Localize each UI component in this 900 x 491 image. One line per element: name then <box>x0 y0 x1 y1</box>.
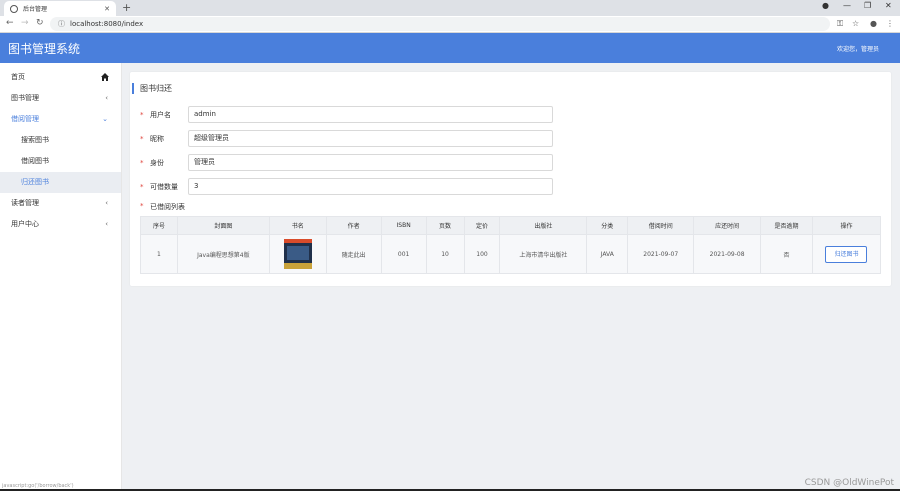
column-header[interactable]: 定价 <box>463 216 501 235</box>
column-header[interactable]: 书名 <box>268 216 327 235</box>
app-header: 图书管理系统 欢迎您，管理员 <box>0 33 900 63</box>
nickname-label: 昵称 <box>150 134 164 143</box>
role-row: * 身份 管理员 <box>140 154 553 171</box>
username-row: * 用户名 admin <box>140 106 553 123</box>
column-header[interactable]: ISBN <box>380 216 427 235</box>
cell-title: Java编程思想第4版 <box>176 234 270 274</box>
minimize-icon[interactable]: — <box>843 1 851 10</box>
cell-borrow-time: 2021-09-07 <box>627 234 695 274</box>
role-label: 身份 <box>150 158 164 167</box>
url-text: localhost:8080/index <box>70 20 144 28</box>
welcome-user[interactable]: 欢迎您，管理员 <box>837 44 879 53</box>
back-icon[interactable]: ← <box>6 18 14 28</box>
browser-tab[interactable]: 后台管理 ✕ <box>4 1 116 16</box>
cell-pages: 10 <box>425 234 465 274</box>
column-header[interactable]: 序号 <box>140 216 178 235</box>
sidebar-item-label: 归还图书 <box>21 178 49 186</box>
sidebar-item-label: 用户中心 <box>11 220 39 228</box>
cell-category: JAVA <box>586 234 629 274</box>
record-icon[interactable]: ● <box>822 1 829 10</box>
username-field[interactable]: admin <box>188 106 553 123</box>
sidebar-item-label: 首页 <box>11 73 25 81</box>
column-header[interactable]: 封面图 <box>176 216 270 235</box>
sidebar-item-borrow-books[interactable]: 借阅图书 <box>0 151 121 172</box>
sidebar: 首页 图书管理 ‹ 借阅管理 ⌄ 搜索图书 借阅图书 归还图书 读者管理 ‹ 用… <box>0 63 122 491</box>
cell-due-time: 2021-09-08 <box>693 234 762 274</box>
borrowed-books-table: 序号 封面图 书名 作者 ISBN 页数 定价 出版社 分类 借阅时间 应还时间… <box>140 216 882 274</box>
quota-row: * 可借数量 3 <box>140 178 553 195</box>
table-header-row: 序号 封面图 书名 作者 ISBN 页数 定价 出版社 分类 借阅时间 应还时间… <box>140 216 882 235</box>
nickname-row: * 昵称 超级管理员 <box>140 130 553 147</box>
sidebar-item-borrow-management[interactable]: 借阅管理 ⌄ <box>0 109 121 130</box>
table-row: 1 Java编程思想第4版 随走此出 001 10 100 上海市清华出版社 J… <box>140 234 882 274</box>
sidebar-item-reader-management[interactable]: 读者管理 ‹ <box>0 193 121 214</box>
required-mark: * <box>140 134 144 143</box>
sidebar-item-return-books[interactable]: 归还图书 <box>0 172 121 193</box>
cell-price: 100 <box>463 234 501 274</box>
column-header[interactable]: 作者 <box>325 216 382 235</box>
sidebar-item-label: 借阅图书 <box>21 157 49 165</box>
sidebar-item-book-management[interactable]: 图书管理 ‹ <box>0 88 121 109</box>
nickname-field[interactable]: 超级管理员 <box>188 130 553 147</box>
column-header[interactable]: 页数 <box>425 216 465 235</box>
sidebar-item-label: 借阅管理 <box>11 115 39 123</box>
bookmark-star-icon[interactable]: ☆ <box>852 19 859 28</box>
cell-action: 归还图书 <box>811 234 882 274</box>
url-field[interactable]: ⓘ localhost:8080/index <box>50 17 830 31</box>
return-book-button[interactable]: 归还图书 <box>825 245 868 263</box>
page-title: 图书归还 <box>132 83 172 94</box>
restore-icon[interactable]: ❐ <box>864 1 871 10</box>
book-cover-image <box>283 239 312 269</box>
app-title: 图书管理系统 <box>8 42 81 56</box>
role-field[interactable]: 管理员 <box>188 154 553 171</box>
chevron-left-icon: ‹ <box>105 94 108 102</box>
required-mark: * <box>140 110 144 119</box>
return-book-card: 图书归还 * 用户名 admin * 昵称 超级管理员 * 身份 管理员 * 可… <box>130 72 891 286</box>
cell-cover <box>268 234 327 274</box>
column-header[interactable]: 是否逾期 <box>760 216 813 235</box>
required-mark: * <box>140 158 144 167</box>
watermark: CSDN @OldWinePot <box>804 478 894 488</box>
sidebar-item-home[interactable]: 首页 <box>0 67 121 88</box>
sidebar-item-label: 读者管理 <box>11 199 39 207</box>
chevron-left-icon: ‹ <box>105 220 108 228</box>
sidebar-item-label: 搜索图书 <box>21 136 49 144</box>
menu-dots-icon[interactable]: ⋮ <box>886 19 894 28</box>
cell-author: 随走此出 <box>325 234 382 274</box>
close-window-icon[interactable]: ✕ <box>885 1 892 10</box>
column-header[interactable]: 操作 <box>811 216 882 235</box>
column-header[interactable]: 分类 <box>586 216 629 235</box>
info-icon: ⓘ <box>58 20 65 28</box>
tab-title: 后台管理 <box>23 6 48 13</box>
cell-publisher: 上海市清华出版社 <box>499 234 588 274</box>
address-bar: ← → ↻ ⓘ localhost:8080/index ⚿ ☆ ● ⋮ <box>0 16 900 33</box>
chevron-down-icon: ⌄ <box>102 115 108 123</box>
sidebar-item-user-center[interactable]: 用户中心 ‹ <box>0 214 121 235</box>
column-header[interactable]: 借阅时间 <box>627 216 695 235</box>
forward-icon[interactable]: → <box>21 18 29 28</box>
sidebar-item-search-books[interactable]: 搜索图书 <box>0 130 121 151</box>
quota-label: 可借数量 <box>150 182 178 191</box>
cell-overdue: 否 <box>760 234 813 274</box>
key-icon[interactable]: ⚿ <box>837 19 843 29</box>
sidebar-item-label: 图书管理 <box>11 94 39 102</box>
favicon-icon <box>10 4 18 13</box>
cell-isbn: 001 <box>380 234 427 274</box>
required-mark: * <box>140 202 144 210</box>
chevron-left-icon: ‹ <box>105 199 108 207</box>
required-mark: * <box>140 182 144 191</box>
column-header[interactable]: 应还时间 <box>693 216 762 235</box>
close-tab-icon[interactable]: ✕ <box>104 5 110 13</box>
cell-index: 1 <box>140 234 178 274</box>
browser-tab-bar: 后台管理 ✕ + ● — ❐ ✕ <box>0 0 900 16</box>
quota-field[interactable]: 3 <box>188 178 553 195</box>
reload-icon[interactable]: ↻ <box>36 18 44 28</box>
home-icon <box>101 73 109 81</box>
username-label: 用户名 <box>150 110 171 119</box>
column-header[interactable]: 出版社 <box>499 216 588 235</box>
new-tab-icon[interactable]: + <box>122 1 131 14</box>
profile-avatar-icon[interactable]: ● <box>870 19 877 28</box>
borrowed-list-label: * 已借阅列表 <box>140 202 185 211</box>
